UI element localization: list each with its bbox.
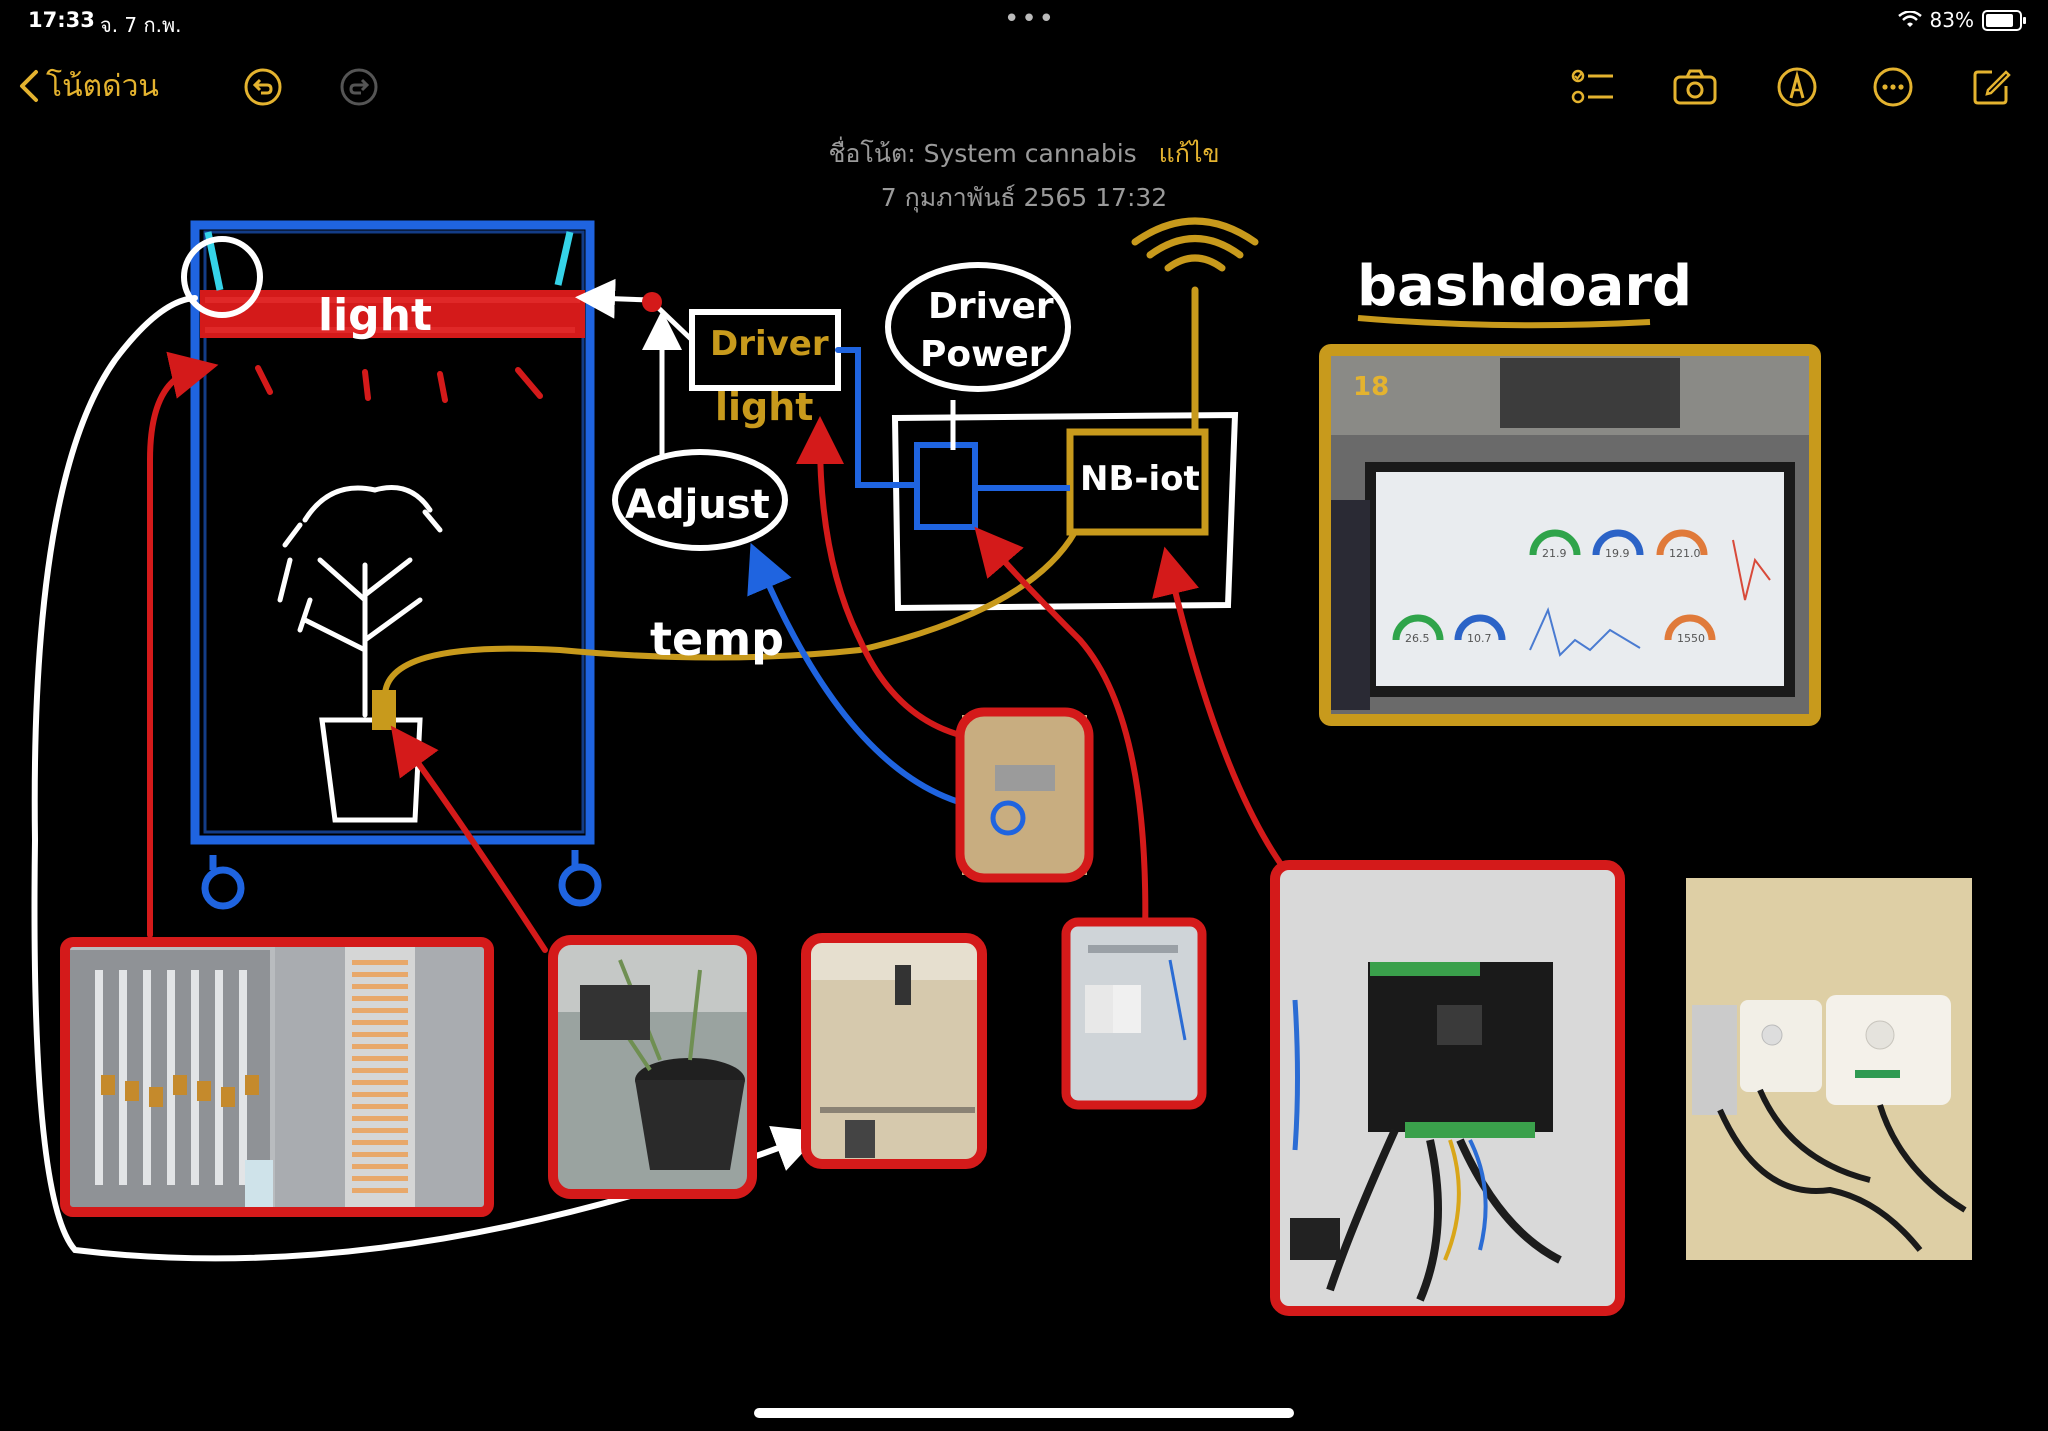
led-chip-row [352, 1020, 408, 1025]
photo-number: 18 [1353, 372, 1389, 402]
led-chip-row [352, 1068, 408, 1073]
pot-photo[interactable] [548, 935, 757, 1199]
led-driver-box [101, 1075, 115, 1095]
led-chip-row [352, 1152, 408, 1157]
led-chip-row [352, 1008, 408, 1013]
temp-label: temp [650, 612, 784, 666]
cabinet-interior-photo[interactable] [801, 933, 987, 1169]
sensor-photo[interactable] [955, 707, 1094, 883]
breaker-panel-photo[interactable] [1061, 917, 1207, 1110]
led-driver-box [221, 1087, 235, 1107]
plant-sketch [277, 485, 443, 823]
led-chip-row [352, 1188, 408, 1193]
dashboard-label: bashdoard [1357, 254, 1692, 319]
gauge-value: 26.5 [1405, 632, 1430, 645]
controller-board-photo[interactable] [1270, 860, 1625, 1316]
led-chip-row [352, 960, 408, 965]
driver-light-label-2: light [715, 385, 813, 429]
gauge-value: 21.9 [1542, 547, 1567, 560]
driver-light-label-1: Driver [710, 324, 829, 364]
wall-sensors-photo[interactable] [1686, 878, 1972, 1260]
driver-power-label-2: Power [920, 334, 1047, 375]
gauge-value: 1550 [1677, 632, 1705, 645]
dashboard-underline [1357, 315, 1651, 329]
light-label: light [318, 290, 432, 341]
adjust-label: Adjust [625, 482, 770, 528]
led-chip-row [352, 1104, 408, 1109]
drawing-canvas[interactable]: light Driver light Driver Power Adjust N… [0, 0, 2048, 1431]
led-driver-box [149, 1087, 163, 1107]
led-bar [143, 970, 151, 1185]
led-bars-photo[interactable] [60, 937, 494, 1217]
led-chip-row [352, 972, 408, 977]
led-chip-row [352, 1092, 408, 1097]
led-chip-row [352, 1128, 408, 1133]
gauge-value: 19.9 [1605, 547, 1630, 560]
gauge-value: 121.0 [1669, 547, 1701, 560]
dashboard-photo[interactable]: 21.9 19.9 121.0 26.5 10.7 1550 [1319, 344, 1821, 726]
led-chip-row [352, 1056, 408, 1061]
led-chip-row [352, 1164, 408, 1169]
led-chip-row [352, 1140, 408, 1145]
nbiot-label: NB-iot [1080, 459, 1200, 499]
home-indicator[interactable] [754, 1408, 1294, 1418]
gauge-value: 10.7 [1467, 632, 1492, 645]
led-driver-box [125, 1081, 139, 1101]
led-bar [119, 970, 127, 1185]
led-chip-row [352, 996, 408, 1001]
led-bar [191, 970, 199, 1185]
led-chip-row [352, 1080, 408, 1085]
antenna-sketch [1131, 217, 1259, 436]
driver-power-label-1: Driver [928, 286, 1054, 327]
led-chip-row [352, 1044, 408, 1049]
led-chip-row [352, 1032, 408, 1037]
led-bar [215, 970, 223, 1185]
control-box-sketch [891, 400, 1239, 612]
led-driver-box [197, 1081, 211, 1101]
led-chip-row [352, 984, 408, 989]
led-driver-box [245, 1075, 259, 1095]
led-chip-row [352, 1116, 408, 1121]
led-driver-box [173, 1075, 187, 1095]
led-chip-row [352, 1176, 408, 1181]
